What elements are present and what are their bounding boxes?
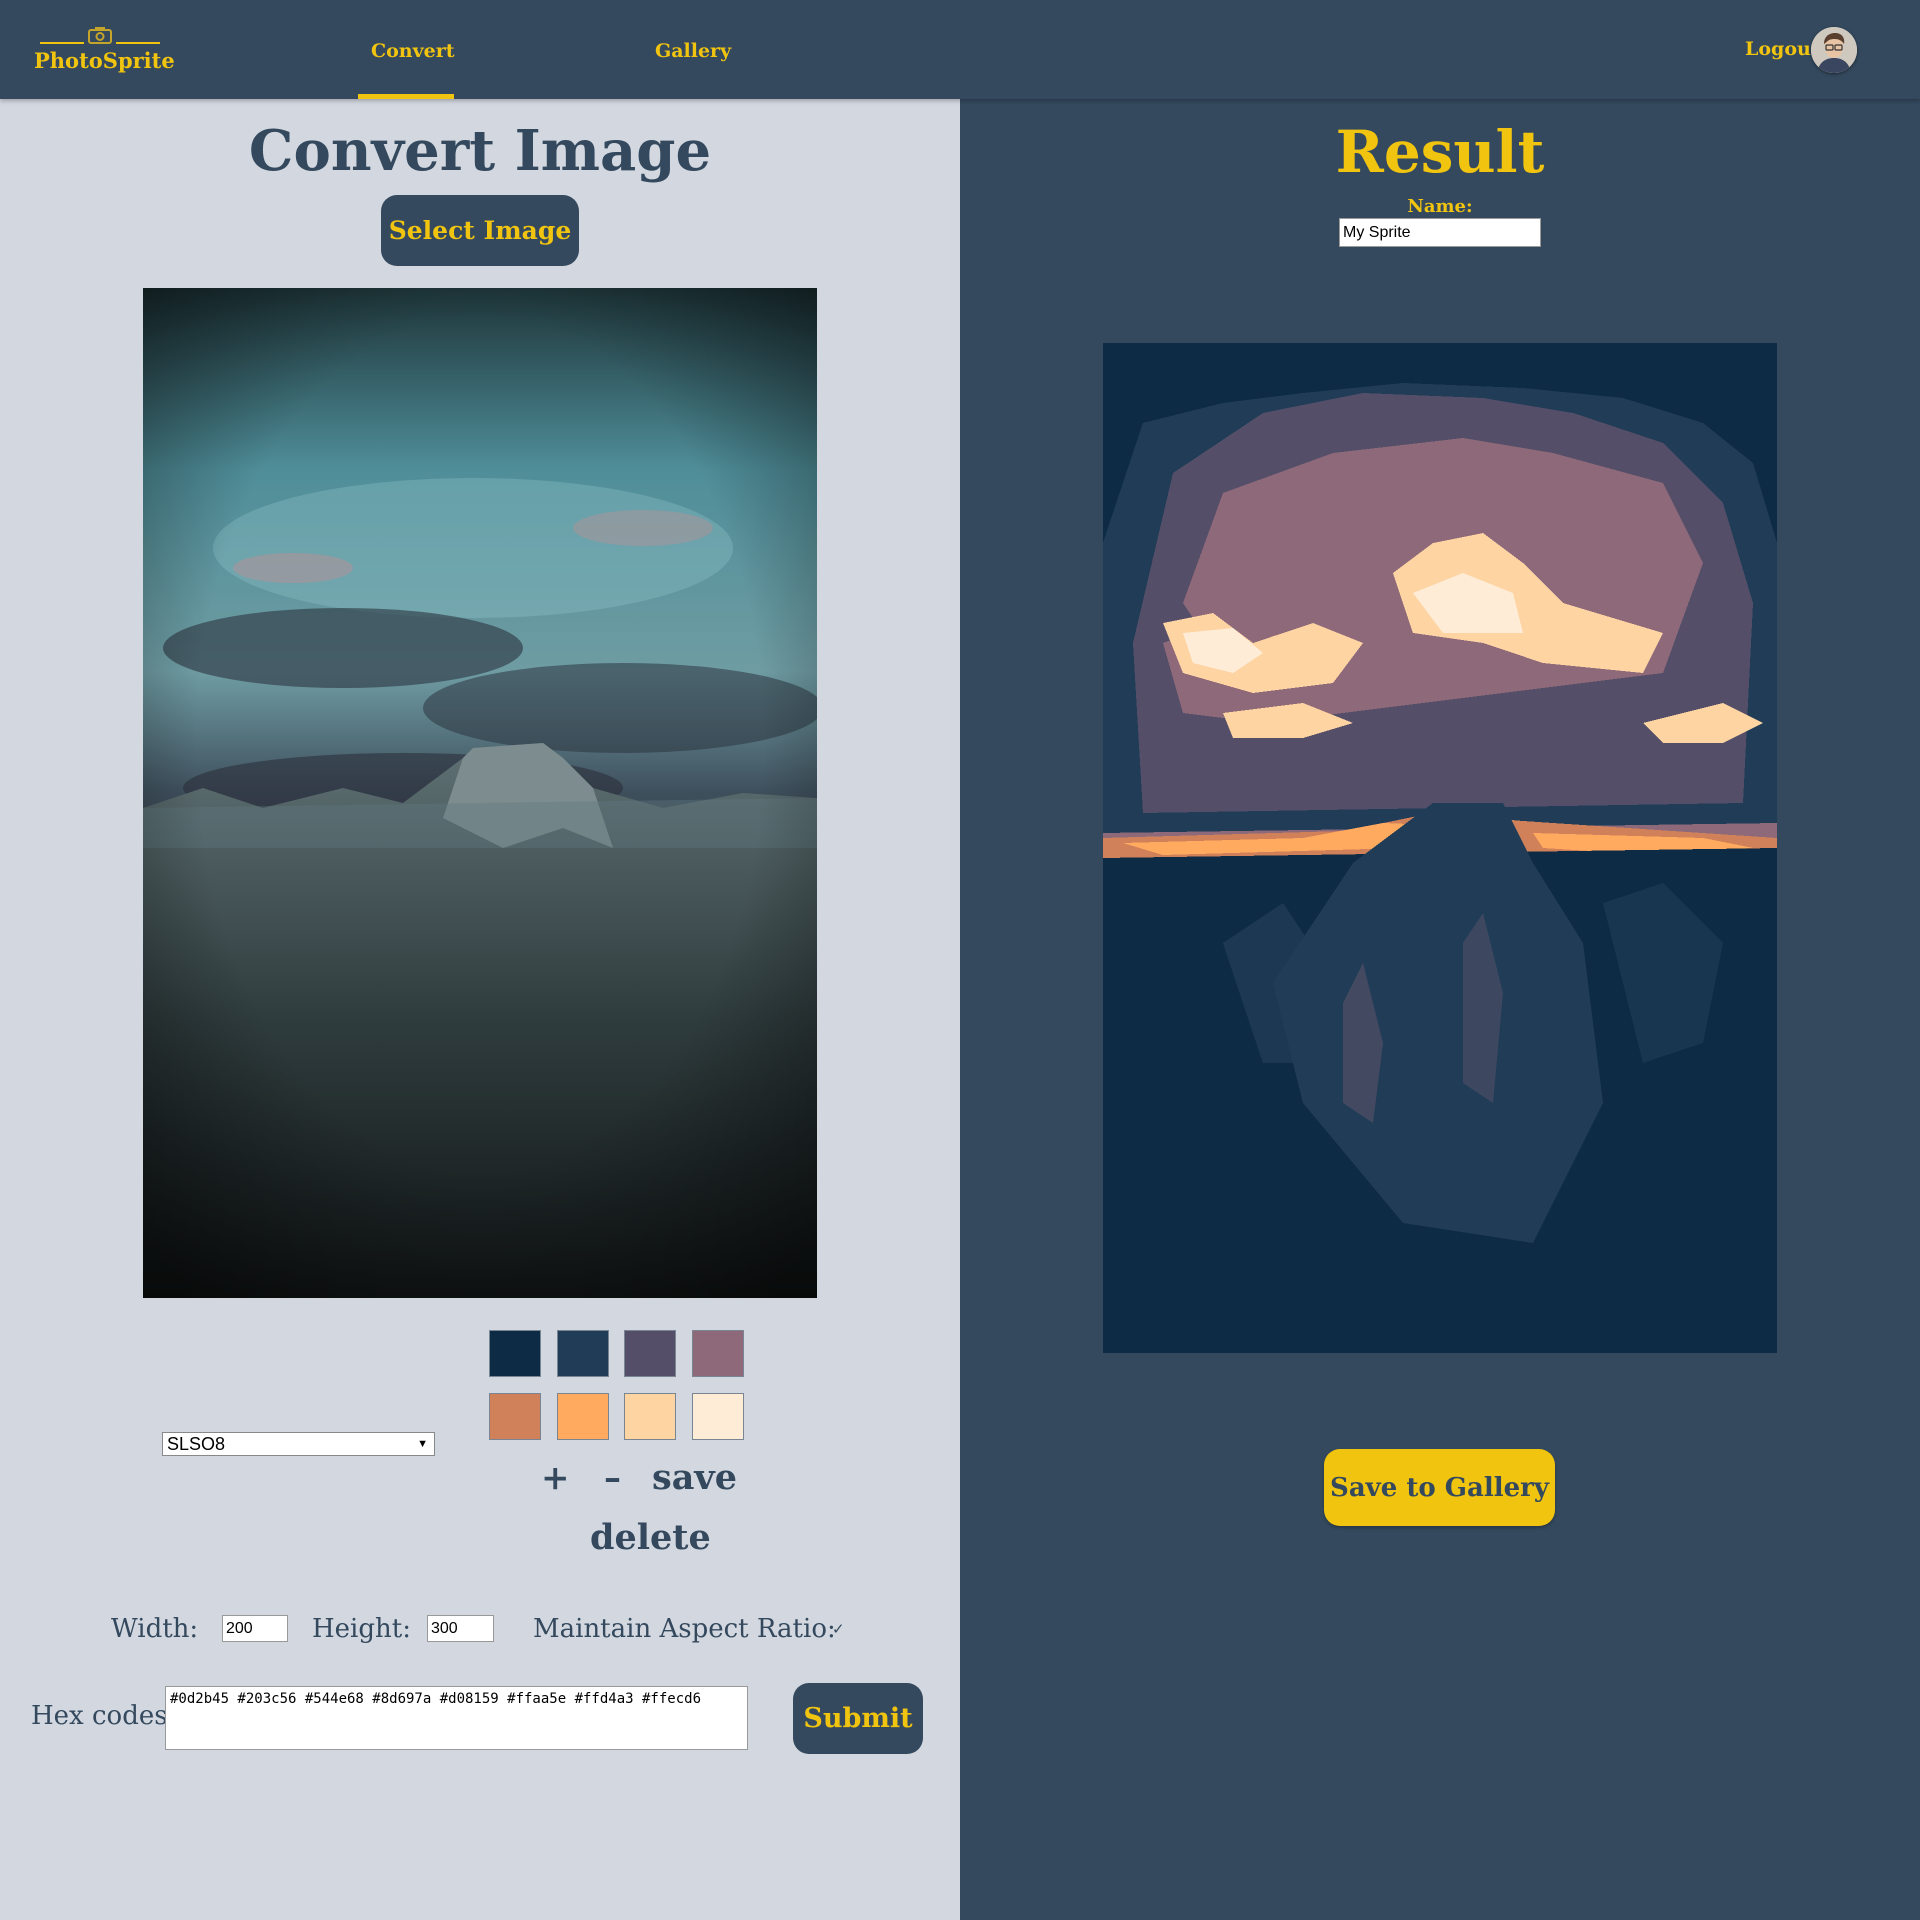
width-label: Width: xyxy=(111,1614,199,1644)
palette-swatch-3[interactable] xyxy=(624,1330,676,1377)
avatar[interactable] xyxy=(1811,27,1857,73)
remove-color-button[interactable]: – xyxy=(604,1458,621,1498)
pixel-sprite-mountain xyxy=(1103,343,1777,1353)
save-to-gallery-button[interactable]: Save to Gallery xyxy=(1324,1449,1555,1526)
logo-line-right xyxy=(116,42,160,44)
palette-dropdown[interactable]: SLSO8 ▼ xyxy=(162,1432,435,1456)
active-tab-indicator xyxy=(358,94,454,99)
palette-swatch-4[interactable] xyxy=(692,1330,744,1377)
logo-text: PhotoSprite xyxy=(34,48,175,73)
camera-icon xyxy=(88,27,112,44)
user-avatar-icon xyxy=(1811,27,1857,73)
nav-link-gallery[interactable]: Gallery xyxy=(655,40,731,62)
delete-palette-button[interactable]: delete xyxy=(590,1517,711,1558)
height-label: Height: xyxy=(312,1614,411,1644)
aspect-ratio-checkbox[interactable]: ✓ xyxy=(832,1620,845,1638)
hex-codes-label: Hex codes: xyxy=(31,1701,177,1731)
palette-swatch-1[interactable] xyxy=(489,1330,541,1377)
top-navbar: PhotoSprite Convert Gallery Logout xyxy=(0,0,1920,99)
source-photo-mountain-sunset xyxy=(143,288,817,1298)
submit-button[interactable]: Submit xyxy=(793,1683,923,1754)
palette-swatch-2[interactable] xyxy=(557,1330,609,1377)
palette-swatch-5[interactable] xyxy=(489,1393,541,1440)
select-image-button[interactable]: Select Image xyxy=(381,195,579,266)
sprite-name-input[interactable] xyxy=(1339,218,1541,247)
source-image-preview xyxy=(143,288,817,1298)
aspect-ratio-label: Maintain Aspect Ratio: xyxy=(533,1614,836,1644)
palette-swatch-6[interactable] xyxy=(557,1393,609,1440)
sprite-name-label: Name: xyxy=(1407,196,1473,217)
dropdown-arrow-icon: ▼ xyxy=(417,1438,428,1450)
height-input[interactable] xyxy=(427,1615,494,1642)
nav-link-convert[interactable]: Convert xyxy=(371,40,455,62)
pixelated-result-image xyxy=(1103,343,1777,1353)
palette-dropdown-value: SLSO8 xyxy=(167,1434,226,1454)
logo-line-left xyxy=(40,42,84,44)
convert-title: Convert Image xyxy=(248,118,712,184)
hex-codes-textarea[interactable]: #0d2b45 #203c56 #544e68 #8d697a #d08159 … xyxy=(165,1686,748,1750)
width-input[interactable] xyxy=(222,1615,288,1642)
logout-link[interactable]: Logout xyxy=(1745,38,1820,60)
add-color-button[interactable]: + xyxy=(541,1458,570,1498)
save-palette-button[interactable]: save xyxy=(652,1457,737,1498)
logo[interactable]: PhotoSprite xyxy=(34,24,175,80)
result-title: Result xyxy=(1335,118,1545,186)
palette-swatch-8[interactable] xyxy=(692,1393,744,1440)
palette-swatch-7[interactable] xyxy=(624,1393,676,1440)
